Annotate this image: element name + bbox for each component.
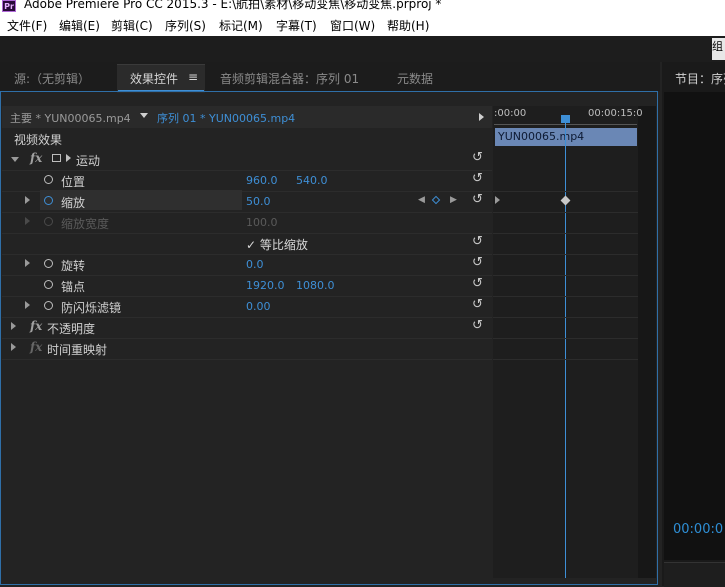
reset-icon[interactable]: ↺ bbox=[472, 234, 483, 249]
position-label: 位置 bbox=[61, 175, 86, 189]
workspace-tab-fragment[interactable]: 组 bbox=[712, 38, 725, 60]
fx-icon[interactable]: fx bbox=[30, 319, 42, 333]
rotation-value[interactable]: 0.0 bbox=[246, 258, 264, 271]
timeline-clip[interactable]: YUN00065.mp4 bbox=[495, 128, 637, 146]
tab-effect-controls[interactable]: 效果控件 bbox=[130, 70, 178, 87]
tab-metadata[interactable]: 元数据 bbox=[397, 70, 433, 87]
anchor-label: 锚点 bbox=[61, 280, 86, 294]
timeline-row bbox=[493, 296, 638, 318]
transform-icon[interactable] bbox=[52, 154, 61, 162]
stopwatch-icon bbox=[44, 217, 53, 226]
expand-rotation-icon[interactable] bbox=[25, 259, 30, 267]
rotation-label: 旋转 bbox=[61, 259, 86, 273]
program-monitor-viewport bbox=[664, 92, 725, 560]
expand-opacity-icon[interactable] bbox=[11, 322, 16, 330]
stopwatch-icon[interactable] bbox=[44, 301, 53, 310]
timeline-row bbox=[493, 275, 638, 297]
panel-menu-icon[interactable]: ≡ bbox=[188, 70, 198, 84]
timeline-row bbox=[493, 170, 638, 192]
timeline-end-timecode: 00:00:15:0 bbox=[588, 108, 643, 119]
menu-edit[interactable]: 编辑(E) bbox=[59, 17, 100, 34]
anti-flicker-value[interactable]: 0.00 bbox=[246, 300, 271, 313]
play-triangle-icon[interactable] bbox=[479, 113, 484, 121]
timeline-row bbox=[493, 212, 638, 234]
opacity-label: 不透明度 bbox=[47, 322, 96, 336]
position-x-value[interactable]: 960.0 bbox=[246, 174, 278, 187]
sequence-clip-label[interactable]: 序列 01 * YUN00065.mp4 bbox=[157, 110, 295, 126]
reset-icon[interactable]: ↺ bbox=[472, 318, 483, 333]
menu-help[interactable]: 帮助(H) bbox=[387, 17, 429, 34]
time-remap-label: 时间重映射 bbox=[47, 343, 108, 357]
scale-value[interactable]: 50.0 bbox=[246, 195, 271, 208]
timeline-row bbox=[493, 317, 638, 339]
timeline-scroll-strip bbox=[638, 106, 656, 578]
expand-scale-icon[interactable] bbox=[25, 196, 30, 204]
program-monitor-controls bbox=[664, 562, 725, 587]
reset-icon[interactable]: ↺ bbox=[472, 171, 483, 186]
check-icon: ✓ bbox=[246, 238, 257, 252]
menu-marker[interactable]: 标记(M) bbox=[219, 17, 263, 34]
expand-time-remap-icon[interactable] bbox=[11, 343, 16, 351]
window-title: Adobe Premiere Pro CC 2015.3 - E:\航拍\素材\… bbox=[24, 0, 442, 11]
uniform-scale-checkbox[interactable]: ✓ 等比缩放 bbox=[246, 236, 308, 253]
motion-label: 运动 bbox=[76, 154, 101, 168]
video-effects-heading: 视频效果 bbox=[14, 133, 63, 147]
anchor-y-value[interactable]: 1080.0 bbox=[296, 279, 335, 292]
program-timecode[interactable]: 00:00:0 bbox=[673, 522, 723, 537]
menu-bar: 文件(F) 编辑(E) 剪辑(C) 序列(S) 标记(M) 字幕(T) 窗口(W… bbox=[0, 14, 725, 36]
menu-sequence[interactable]: 序列(S) bbox=[165, 17, 206, 34]
expand-motion-icon[interactable] bbox=[11, 157, 19, 162]
workspace-bar bbox=[0, 36, 725, 62]
uniform-scale-label: 等比缩放 bbox=[259, 238, 308, 252]
reset-icon[interactable]: ↺ bbox=[472, 192, 483, 207]
chevron-down-icon[interactable] bbox=[140, 113, 148, 118]
timeline-start-timecode: :00:00 bbox=[494, 108, 527, 119]
stopwatch-icon[interactable] bbox=[44, 259, 53, 268]
title-bar: Pr Adobe Premiere Pro CC 2015.3 - E:\航拍\… bbox=[0, 0, 725, 14]
tab-source[interactable]: 源:（无剪辑） bbox=[14, 70, 90, 87]
stopwatch-icon[interactable] bbox=[44, 280, 53, 289]
reset-icon[interactable]: ↺ bbox=[472, 276, 483, 291]
reset-icon[interactable]: ↺ bbox=[472, 255, 483, 270]
anchor-x-value[interactable]: 1920.0 bbox=[246, 279, 285, 292]
menu-clip[interactable]: 剪辑(C) bbox=[111, 17, 153, 34]
anti-flicker-label: 防闪烁滤镜 bbox=[61, 301, 122, 315]
stopwatch-active-icon[interactable] bbox=[44, 196, 53, 205]
timeline-row bbox=[493, 233, 638, 255]
expand-anti-flicker-icon[interactable] bbox=[25, 301, 30, 309]
scale-label: 缩放 bbox=[61, 196, 86, 210]
menu-file[interactable]: 文件(F) bbox=[7, 17, 47, 34]
fx-icon[interactable]: fx bbox=[30, 340, 42, 354]
menu-title[interactable]: 字幕(T) bbox=[276, 17, 317, 34]
next-keyframe-icon[interactable]: ▶ bbox=[450, 195, 457, 205]
fx-icon[interactable]: fx bbox=[30, 151, 42, 165]
prev-keyframe-icon[interactable]: ◀ bbox=[418, 195, 425, 205]
scale-width-value: 100.0 bbox=[246, 216, 278, 229]
reset-icon[interactable]: ↺ bbox=[472, 150, 483, 165]
scale-width-label: 缩放宽度 bbox=[61, 217, 110, 231]
position-y-value[interactable]: 540.0 bbox=[296, 174, 328, 187]
timeline-row bbox=[493, 338, 638, 360]
keyframe-lead-in-icon bbox=[495, 196, 500, 204]
motion-arrow-icon[interactable] bbox=[66, 154, 71, 162]
expand-scale-width-icon bbox=[25, 217, 30, 225]
reset-icon[interactable]: ↺ bbox=[472, 297, 483, 312]
tab-audio-clip-mixer[interactable]: 音频剪辑混合器：序列 01 bbox=[220, 70, 359, 87]
master-clip-label[interactable]: 主要 * YUN00065.mp4 bbox=[10, 110, 131, 126]
stopwatch-icon[interactable] bbox=[44, 175, 53, 184]
premiere-app-icon: Pr bbox=[2, 0, 16, 12]
playhead-handle[interactable] bbox=[561, 115, 570, 123]
timeline-row bbox=[493, 254, 638, 276]
program-monitor-title[interactable]: 节目：序列 bbox=[675, 70, 725, 87]
menu-window[interactable]: 窗口(W) bbox=[330, 17, 375, 34]
